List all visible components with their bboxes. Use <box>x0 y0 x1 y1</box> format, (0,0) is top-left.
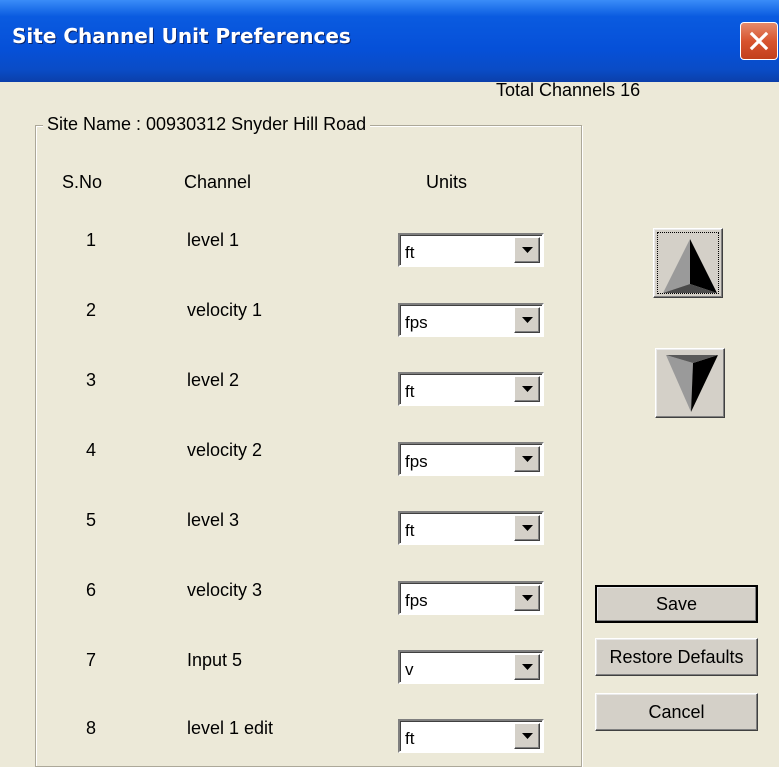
row-channel-name: velocity 3 <box>187 580 263 600</box>
move-down-button[interactable] <box>655 348 725 418</box>
row-sno: 1 <box>86 230 97 250</box>
row-channel-name: level 2 <box>187 370 240 390</box>
row-sno: 3 <box>86 370 97 390</box>
row-sno: 7 <box>86 650 97 670</box>
row-sno: 2 <box>86 300 97 320</box>
column-header-channel: Channel <box>184 172 252 192</box>
dropdown-button[interactable] <box>514 723 540 749</box>
unit-select[interactable]: fps <box>398 581 544 615</box>
save-button[interactable]: Save <box>595 585 758 623</box>
unit-select[interactable]: ft <box>398 511 544 545</box>
chevron-down-icon <box>522 456 533 462</box>
chevron-down-icon <box>522 386 533 392</box>
unit-select[interactable]: ft <box>398 719 544 753</box>
row-channel-name: Input 5 <box>187 650 243 670</box>
restore-defaults-button[interactable]: Restore Defaults <box>595 638 758 676</box>
column-header-units: Units <box>426 172 468 192</box>
dropdown-button[interactable] <box>514 654 540 680</box>
unit-select[interactable]: fps <box>398 442 544 476</box>
dropdown-button[interactable] <box>514 446 540 472</box>
row-channel-name: level 1 edit <box>187 718 274 738</box>
chevron-down-icon <box>522 317 533 323</box>
chevron-down-icon <box>522 595 533 601</box>
unit-select[interactable]: fps <box>398 303 544 337</box>
chevron-down-icon <box>522 733 533 739</box>
row-channel-name: level 3 <box>187 510 240 530</box>
row-sno: 8 <box>86 718 97 738</box>
chevron-down-icon <box>522 664 533 670</box>
dropdown-button[interactable] <box>514 515 540 541</box>
column-header-sno: S.No <box>62 172 103 192</box>
dropdown-button[interactable] <box>514 307 540 333</box>
unit-select[interactable]: ft <box>398 233 544 267</box>
move-up-button[interactable] <box>653 228 723 298</box>
unit-select[interactable]: ft <box>398 372 544 406</box>
dropdown-button[interactable] <box>514 237 540 263</box>
row-channel-name: level 1 <box>187 230 240 250</box>
unit-select[interactable]: v <box>398 650 544 684</box>
unit-select-value: v <box>405 660 414 679</box>
unit-select-value: fps <box>405 313 428 332</box>
unit-select-value: ft <box>405 521 415 540</box>
chevron-down-icon <box>522 247 533 253</box>
dialog-body: Total Channels 16 Site Name : 00930312 S… <box>0 0 779 767</box>
triangle-up-icon <box>663 239 717 293</box>
row-sno: 4 <box>86 440 97 460</box>
row-channel-name: velocity 1 <box>187 300 263 320</box>
row-sno: 6 <box>86 580 97 600</box>
unit-select-value: ft <box>405 243 415 262</box>
cancel-button[interactable]: Cancel <box>595 693 758 731</box>
row-channel-name: velocity 2 <box>187 440 263 460</box>
chevron-down-icon <box>522 525 533 531</box>
unit-select-value: fps <box>405 452 428 471</box>
unit-select-value: fps <box>405 591 428 610</box>
dropdown-button[interactable] <box>514 376 540 402</box>
triangle-down-icon <box>666 355 718 412</box>
row-sno: 5 <box>86 510 97 530</box>
dropdown-button[interactable] <box>514 585 540 611</box>
unit-select-value: ft <box>405 382 415 401</box>
unit-select-value: ft <box>405 729 415 748</box>
total-channels: Total Channels 16 <box>496 80 641 100</box>
site-name-label: Site Name : 00930312 Snyder Hill Road <box>43 114 371 135</box>
